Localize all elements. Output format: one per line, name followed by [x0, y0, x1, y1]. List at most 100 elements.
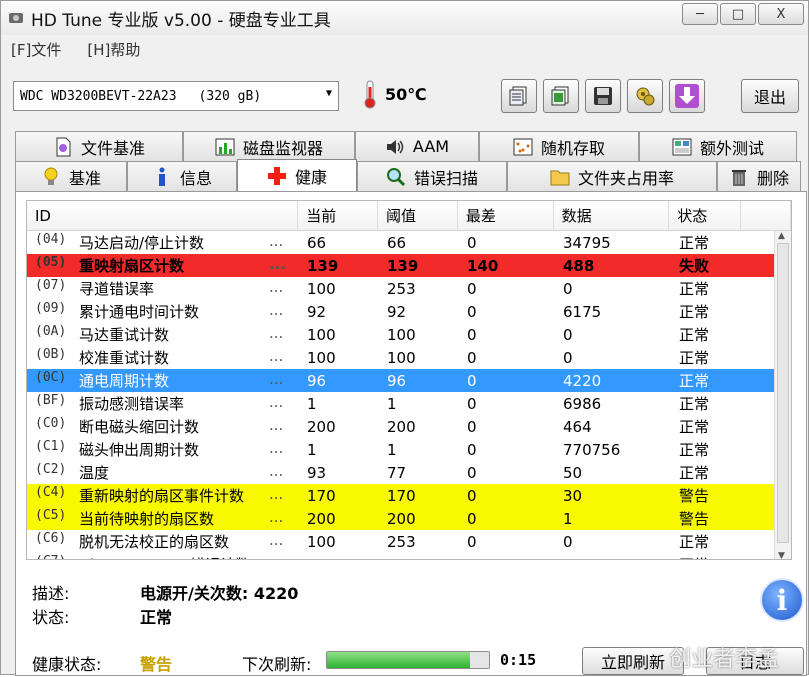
table-row[interactable]: (C1) 磁头伸出周期计数... 1 1 0 770756 正常 [27, 438, 791, 461]
tab-benchmark[interactable]: 基准 [15, 161, 127, 191]
tab-disk-monitor[interactable]: 磁盘监视器 [183, 131, 355, 161]
cell-data: 464 [563, 417, 592, 436]
drive-capacity: (320 gB) [198, 88, 262, 104]
download-button[interactable] [669, 79, 705, 113]
cell-current: 200 [299, 556, 379, 560]
table-row[interactable]: (05) 重映射扇区计数... 139 139 140 488 失败 [27, 254, 791, 277]
cell-status: 正常 [671, 554, 743, 559]
cell-id: (0A) 马达重试计数... [27, 324, 299, 345]
col-threshold[interactable]: 阈值 [378, 201, 458, 230]
table-row[interactable]: (C6) 脱机无法校正的扇区数... 100 253 0 0 正常 [27, 530, 791, 553]
cell-data: 30 [563, 486, 583, 505]
cell-data: 488 [563, 256, 595, 275]
table-row[interactable]: (07) 寻道错误率... 100 253 0 0 正常 [27, 277, 791, 300]
attribute-code: (0A) [35, 324, 67, 339]
col-status[interactable]: 状态 [669, 201, 742, 230]
cell-id: (C5) 当前待映射的扇区数... [27, 508, 299, 529]
tab-info[interactable]: 信息 [127, 161, 237, 191]
lightbulb-icon [41, 167, 61, 187]
tab-label: 额外测试 [699, 138, 764, 158]
cell-id: (C6) 脱机无法校正的扇区数... [27, 531, 299, 552]
drive-select[interactable]: WDC WD3200BEVT-22A23 (320 gB) ▼ [13, 81, 339, 111]
description-value: 电源开/关次数: 4220 [140, 584, 299, 603]
tab-extra-tests[interactable]: 额外测试 [639, 131, 797, 161]
progress-fill [327, 652, 470, 668]
minimize-button[interactable]: ─ [682, 3, 718, 25]
col-id[interactable]: ID [27, 201, 299, 230]
attribute-dots: ... [269, 232, 284, 250]
attribute-name: 断电磁头缩回计数 [79, 418, 200, 436]
save-button[interactable] [585, 79, 621, 113]
exit-button[interactable]: 退出 [741, 79, 799, 113]
attribute-code: (BF) [35, 393, 67, 408]
table-row[interactable]: (C4) 重新映射的扇区事件计数... 170 170 0 30 警告 [27, 484, 791, 507]
smart-table[interactable]: ID 当前 阈值 最差 数据 状态 (04) 马达启动/停止计数... 66 66 0 3… [26, 200, 792, 560]
menu-help[interactable]: [H]帮助 [87, 39, 140, 65]
cell-id: (0B) 校准重试计数... [27, 347, 299, 368]
table-row[interactable]: (C7)UltraDMA CRC 错误计数...20020000正常 [27, 553, 791, 560]
col-current[interactable]: 当前 [298, 201, 379, 230]
maximize-button[interactable]: □ [720, 3, 756, 25]
tab-health[interactable]: 健康 [237, 159, 357, 191]
tab-label: 文件夹占用率 [577, 168, 674, 188]
attribute-code: (05) [35, 255, 67, 270]
table-row[interactable]: (BF) 振动感测错误率... 1 1 0 6986 正常 [27, 392, 791, 415]
tabs-row-bottom: 基准 信息 健康 错误扫描 文件夹占用率 删除 [15, 159, 801, 191]
scroll-down-icon[interactable]: ▼ [778, 551, 785, 559]
file-benchmark-icon [53, 137, 73, 157]
watermark: 创业者李孟 [669, 647, 780, 672]
table-row[interactable]: (09) 累计通电时间计数... 92 92 0 6175 正常 [27, 300, 791, 323]
tab-random-access[interactable]: 随机存取 [479, 131, 639, 161]
scroll-thumb[interactable] [777, 243, 789, 543]
refresh-progress-bar [326, 651, 490, 669]
scroll-up-icon[interactable]: ▲ [778, 231, 785, 241]
tab-file-benchmark[interactable]: 文件基准 [15, 131, 183, 161]
tab-error-scan[interactable]: 错误扫描 [357, 161, 507, 191]
vertical-scrollbar[interactable]: ▲ ▼ [774, 231, 791, 559]
cell-status: 正常 [679, 464, 710, 482]
attribute-dots: ... [269, 255, 287, 273]
cell-worst: 0 [467, 486, 477, 505]
attribute-name: 马达启动/停止计数 [79, 234, 205, 252]
tab-label: 错误扫描 [413, 168, 478, 188]
table-row[interactable]: (C5) 当前待映射的扇区数... 200 200 0 1 警告 [27, 507, 791, 530]
cell-current: 1 [307, 394, 317, 413]
menu-file[interactable]: [F]文件 [11, 39, 61, 65]
cell-status: 正常 [679, 326, 710, 344]
attribute-dots: ... [269, 278, 284, 296]
copy-all-button[interactable] [543, 79, 579, 113]
cell-status: 正常 [679, 418, 710, 436]
close-button[interactable]: X [758, 3, 804, 25]
tab-label: 健康 [294, 167, 327, 187]
cell-worst: 0 [467, 440, 477, 459]
table-row[interactable]: (C0) 断电磁头缩回计数... 200 200 0 464 正常 [27, 415, 791, 438]
table-row[interactable]: (04) 马达启动/停止计数... 66 66 0 34795 正常 [27, 231, 791, 254]
cell-status: 正常 [679, 234, 710, 252]
tab-folder-usage[interactable]: 文件夹占用率 [507, 161, 717, 191]
cell-current: 100 [307, 325, 336, 344]
table-row[interactable]: (0B) 校准重试计数... 100 100 0 0 正常 [27, 346, 791, 369]
col-data[interactable]: 数据 [554, 201, 670, 230]
attribute-dots: ... [269, 531, 284, 549]
attribute-code: (09) [35, 301, 67, 316]
copy-button[interactable] [501, 79, 537, 113]
cell-threshold: 96 [387, 371, 407, 390]
options-button[interactable] [627, 79, 663, 113]
disk-monitor-icon [215, 137, 235, 157]
attribute-name: UltraDMA CRC 错误计数 [75, 554, 269, 559]
cell-worst: 0 [467, 509, 477, 528]
extra-tests-icon [672, 137, 692, 157]
cell-status: 正常 [679, 372, 710, 390]
tab-erase[interactable]: 删除 [717, 161, 801, 191]
cell-status: 正常 [679, 303, 710, 321]
attribute-dots: ... [269, 485, 284, 503]
cell-worst: 140 [467, 256, 499, 275]
table-row[interactable]: (C2) 温度... 93 77 0 50 正常 [27, 461, 791, 484]
col-worst[interactable]: 最差 [458, 201, 554, 230]
cell-worst: 0 [467, 325, 477, 344]
cell-id: (C2) 温度... [27, 462, 299, 483]
table-row[interactable]: (0A) 马达重试计数... 100 100 0 0 正常 [27, 323, 791, 346]
tab-aam[interactable]: AAM [355, 131, 479, 161]
table-row[interactable]: (0C) 通电周期计数... 96 96 0 4220 正常 [27, 369, 791, 392]
cell-current: 93 [307, 463, 327, 482]
